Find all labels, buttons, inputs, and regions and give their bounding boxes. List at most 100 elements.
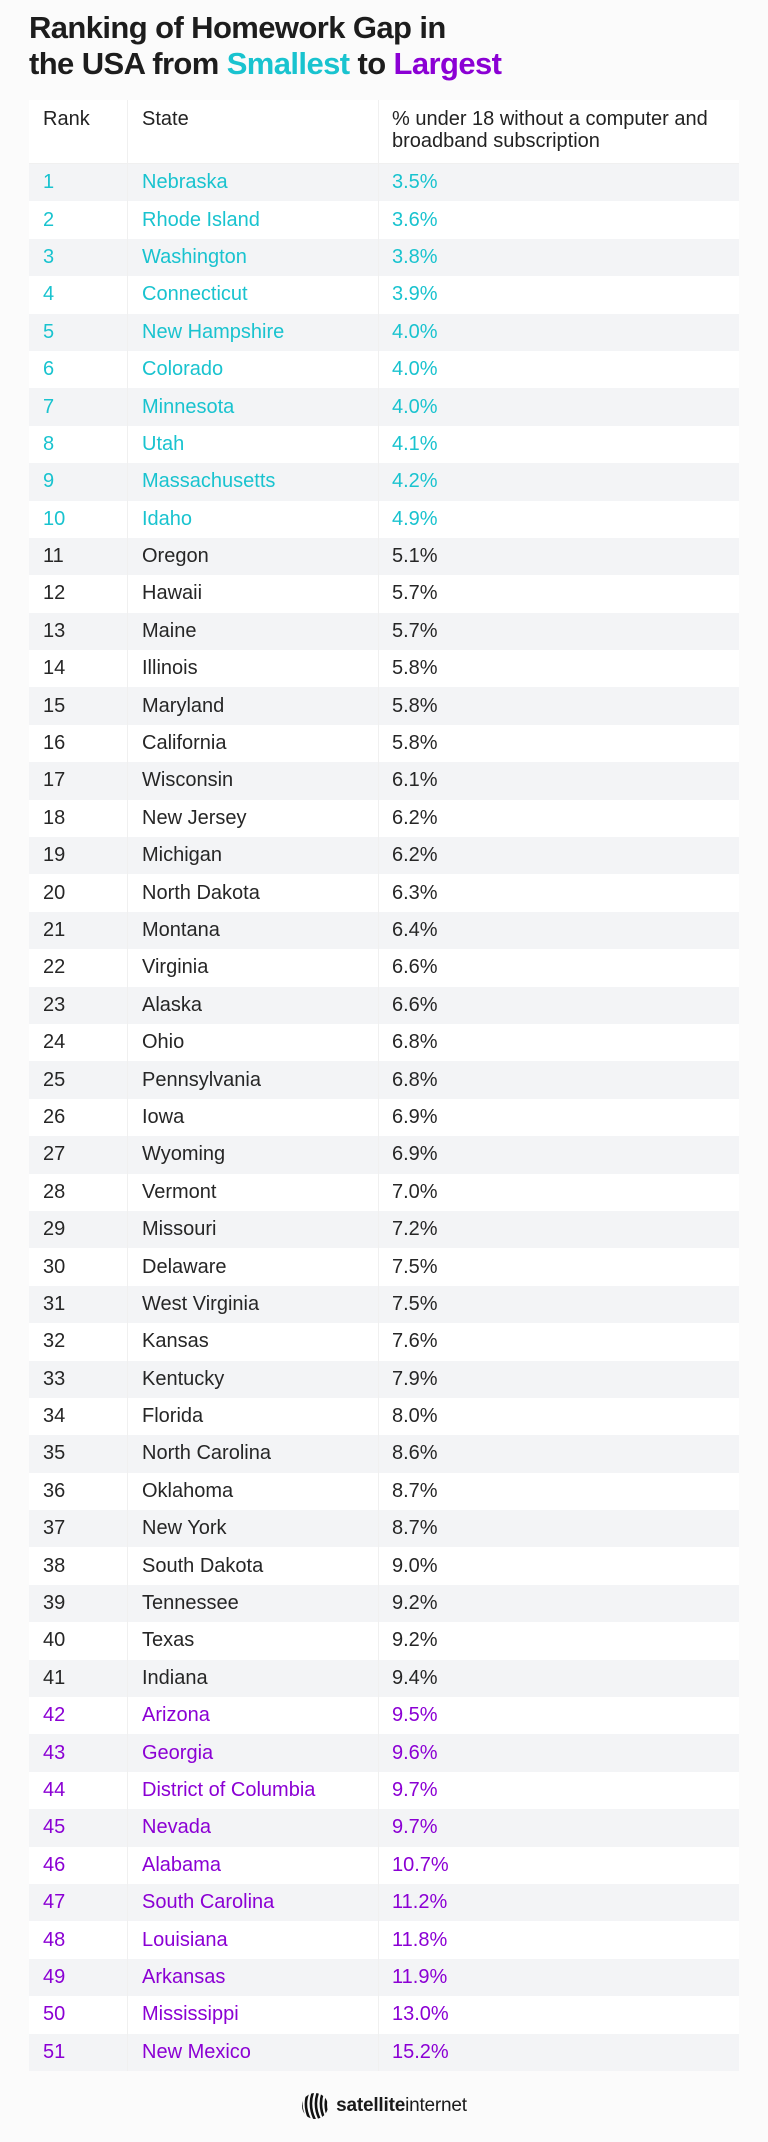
percentage-cell: 8.6% xyxy=(392,1442,438,1465)
table-row: 16 California 5.8% xyxy=(29,724,739,763)
state-cell: Arkansas xyxy=(128,1958,379,1997)
rank-cell: 2 xyxy=(29,201,128,239)
table-row: 50 Mississippi 13.0% xyxy=(29,1996,739,2034)
percentage-cell: 5.8% xyxy=(392,657,438,680)
header-rank: Rank xyxy=(29,100,128,163)
table-row: 15 Maryland 5.8% xyxy=(29,687,739,725)
percentage-cell: 7.6% xyxy=(392,1330,438,1353)
table-body: 1 Nebraska 3.5% 2 Rhode Island 3.6% 3 Washingto… xyxy=(29,164,739,2071)
rank-cell: 47 xyxy=(29,1883,128,1922)
title-line-1: Ranking of Homework Gap in xyxy=(29,10,446,45)
state-cell: Indiana xyxy=(128,1659,379,1698)
percentage-cell: 13.0% xyxy=(392,2003,449,2026)
table-row: 38 South Dakota 9.0% xyxy=(29,1547,739,1585)
state-cell: Alabama xyxy=(128,1846,379,1884)
table-row: 9 Massachusetts 4.2% xyxy=(29,463,739,501)
table-row: 28 Vermont 7.0% xyxy=(29,1173,739,1211)
table-row: 11 Oregon 5.1% xyxy=(29,537,739,576)
rank-cell: 14 xyxy=(29,650,128,688)
table-row: 41 Indiana 9.4% xyxy=(29,1659,739,1698)
percentage-cell: 8.7% xyxy=(392,1517,438,1540)
state-cell: Michigan xyxy=(128,837,379,875)
percentage-cell: 7.5% xyxy=(392,1255,438,1278)
state-cell: Idaho xyxy=(128,500,379,538)
rank-cell: 39 xyxy=(29,1584,128,1623)
table-row: 26 Iowa 6.9% xyxy=(29,1098,739,1137)
table-row: 10 Idaho 4.9% xyxy=(29,500,739,538)
state-cell: Massachusetts xyxy=(128,463,379,501)
state-cell: Rhode Island xyxy=(128,201,379,239)
rank-cell: 29 xyxy=(29,1210,128,1249)
table-row: 31 West Virginia 7.5% xyxy=(29,1285,739,1324)
table-row: 36 Oklahoma 8.7% xyxy=(29,1472,739,1511)
rank-cell: 16 xyxy=(29,724,128,763)
rank-cell: 20 xyxy=(29,874,128,912)
state-cell: South Dakota xyxy=(128,1547,379,1585)
percentage-cell: 6.3% xyxy=(392,881,438,904)
table-row: 35 North Carolina 8.6% xyxy=(29,1435,739,1473)
percentage-cell: 6.6% xyxy=(392,956,438,979)
rank-cell: 12 xyxy=(29,575,128,613)
percentage-cell: 6.8% xyxy=(392,1031,438,1054)
state-cell: Arizona xyxy=(128,1697,379,1735)
percentage-cell: 9.4% xyxy=(392,1666,438,1689)
state-cell: Connecticut xyxy=(128,276,379,314)
rank-cell: 42 xyxy=(29,1697,128,1735)
table-row: 22 Virginia 6.6% xyxy=(29,949,739,987)
brand-bold: satellite xyxy=(336,2095,406,2116)
title-highlight-smallest: Smallest xyxy=(226,46,350,81)
table-row: 12 Hawaii 5.7% xyxy=(29,575,739,613)
state-cell: Texas xyxy=(128,1622,379,1660)
state-cell: Georgia xyxy=(128,1734,379,1772)
title-highlight-largest: Largest xyxy=(393,46,502,81)
percentage-cell: 11.2% xyxy=(392,1891,448,1914)
percentage-cell: 5.8% xyxy=(392,732,438,755)
state-cell: Nebraska xyxy=(128,164,379,202)
rank-cell: 40 xyxy=(29,1622,128,1660)
percentage-cell: 6.8% xyxy=(392,1068,438,1091)
table-row: 48 Louisiana 11.8% xyxy=(29,1921,739,1959)
table-row: 19 Michigan 6.2% xyxy=(29,837,739,875)
state-cell: Wisconsin xyxy=(128,762,379,800)
page-title: Ranking of Homework Gap in the USA from … xyxy=(29,10,749,82)
table-row: 32 Kansas 7.6% xyxy=(29,1323,739,1361)
table-row: 33 Kentucky 7.9% xyxy=(29,1360,739,1398)
percentage-cell: 9.6% xyxy=(392,1741,438,1764)
percentage-cell: 9.2% xyxy=(392,1592,438,1615)
table-row: 13 Maine 5.7% xyxy=(29,612,739,651)
rank-cell: 7 xyxy=(29,388,128,426)
percentage-cell: 6.1% xyxy=(392,769,438,792)
percentage-cell: 9.2% xyxy=(392,1629,438,1652)
rank-cell: 10 xyxy=(29,500,128,538)
state-cell: North Carolina xyxy=(128,1435,379,1473)
rank-cell: 45 xyxy=(29,1809,128,1847)
satellite-globe-stripes-icon xyxy=(302,2093,329,2119)
state-cell: Montana xyxy=(128,911,379,950)
percentage-cell: 4.9% xyxy=(392,507,438,530)
percentage-cell: 11.9% xyxy=(392,1965,448,1988)
rank-cell: 3 xyxy=(29,238,128,277)
percentage-cell: 4.0% xyxy=(392,358,438,381)
table-row: 34 Florida 8.0% xyxy=(29,1397,739,1436)
state-cell: Utah xyxy=(128,425,379,464)
rank-cell: 32 xyxy=(29,1323,128,1361)
rank-cell: 11 xyxy=(29,537,128,576)
rank-cell: 34 xyxy=(29,1397,128,1436)
percentage-cell: 9.5% xyxy=(392,1704,438,1727)
state-cell: Virginia xyxy=(128,949,379,987)
table-row: 6 Colorado 4.0% xyxy=(29,350,739,389)
table-row: 7 Minnesota 4.0% xyxy=(29,388,739,426)
rank-cell: 44 xyxy=(29,1771,128,1810)
rank-cell: 35 xyxy=(29,1435,128,1473)
state-cell: District of Columbia xyxy=(128,1771,379,1810)
rank-cell: 25 xyxy=(29,1061,128,1099)
table-row: 37 New York 8.7% xyxy=(29,1510,739,1548)
state-cell: West Virginia xyxy=(128,1285,379,1324)
table-row: 21 Montana 6.4% xyxy=(29,911,739,950)
title-line-2: the USA from Smallest to Largest xyxy=(29,46,749,82)
percentage-cell: 9.0% xyxy=(392,1554,438,1577)
percentage-cell: 6.9% xyxy=(392,1105,438,1128)
state-cell: Louisiana xyxy=(128,1921,379,1959)
rank-cell: 4 xyxy=(29,276,128,314)
table-row: 42 Arizona 9.5% xyxy=(29,1697,739,1735)
